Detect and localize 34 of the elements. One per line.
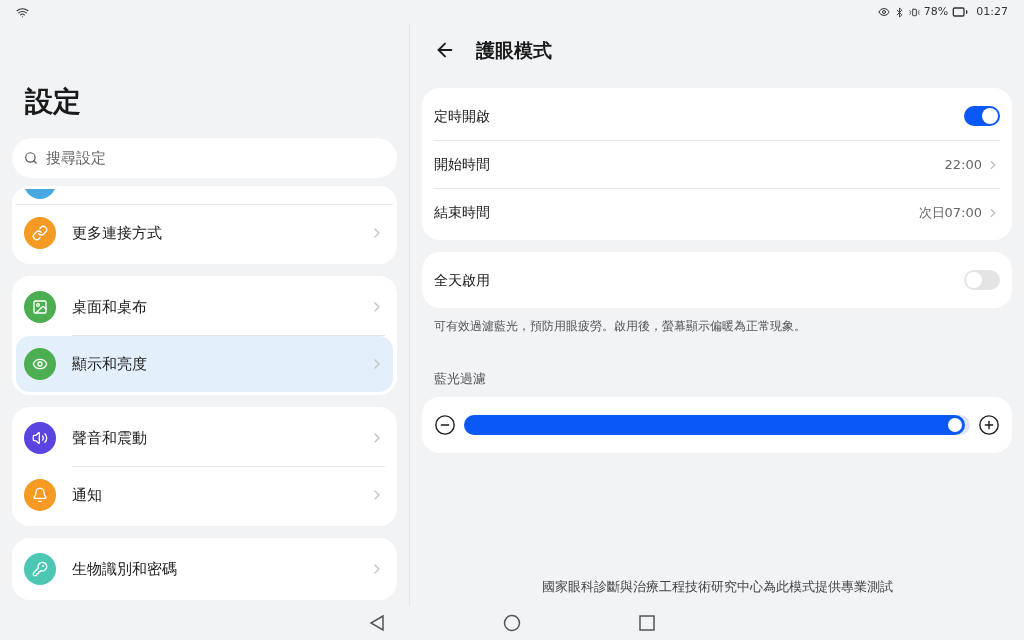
- setting-label: 定時開啟: [434, 106, 490, 126]
- settings-item[interactable]: 顯示和亮度: [16, 336, 393, 392]
- settings-item[interactable]: 桌面和桌布: [16, 279, 393, 335]
- slider-thumb[interactable]: [947, 417, 962, 432]
- settings-item[interactable]: 通知: [16, 467, 393, 523]
- toggle-switch[interactable]: [964, 270, 1000, 290]
- page-title: 護眼模式: [476, 37, 552, 63]
- eye-icon: [877, 6, 890, 18]
- settings-item[interactable]: 更多連接方式: [16, 205, 393, 261]
- back-nav-icon[interactable]: [369, 614, 385, 632]
- battery-percent: 78%: [923, 3, 949, 20]
- minus-icon[interactable]: [434, 413, 456, 436]
- plus-icon[interactable]: [978, 413, 1000, 436]
- footer-text: 國家眼科診斷與治療工程技術研究中心為此模式提供專業測試: [540, 577, 894, 596]
- search-bar[interactable]: 搜尋設定: [12, 138, 397, 178]
- section-label: 藍光過濾: [434, 370, 487, 388]
- wifi-icon: [16, 5, 29, 19]
- time-value[interactable]: 22:00: [944, 154, 1000, 175]
- toggle-switch[interactable]: [964, 106, 1000, 126]
- recents-nav-icon[interactable]: [639, 615, 655, 631]
- setting-label: 結束時間: [434, 203, 490, 222]
- settings-item[interactable]: 生物識別和密碼: [16, 541, 393, 597]
- setting-label: 開始時間: [434, 155, 490, 174]
- description-text: 可有效過濾藍光，預防用眼疲勞。啟用後，螢幕顯示偏暖為正常現象。: [434, 318, 807, 335]
- setting-label: 全天啟用: [434, 270, 490, 290]
- vibrate-icon: [908, 6, 920, 18]
- battery-icon: [952, 4, 969, 20]
- settings-item[interactable]: 聲音和震動: [16, 410, 393, 466]
- search-icon: [24, 151, 38, 165]
- page-title: 設定: [25, 88, 82, 116]
- search-field[interactable]: 搜尋設定: [46, 146, 385, 170]
- time-value[interactable]: 次日07:00: [918, 202, 1000, 223]
- clock: 01:27: [976, 3, 1008, 20]
- home-nav-icon[interactable]: [503, 614, 521, 632]
